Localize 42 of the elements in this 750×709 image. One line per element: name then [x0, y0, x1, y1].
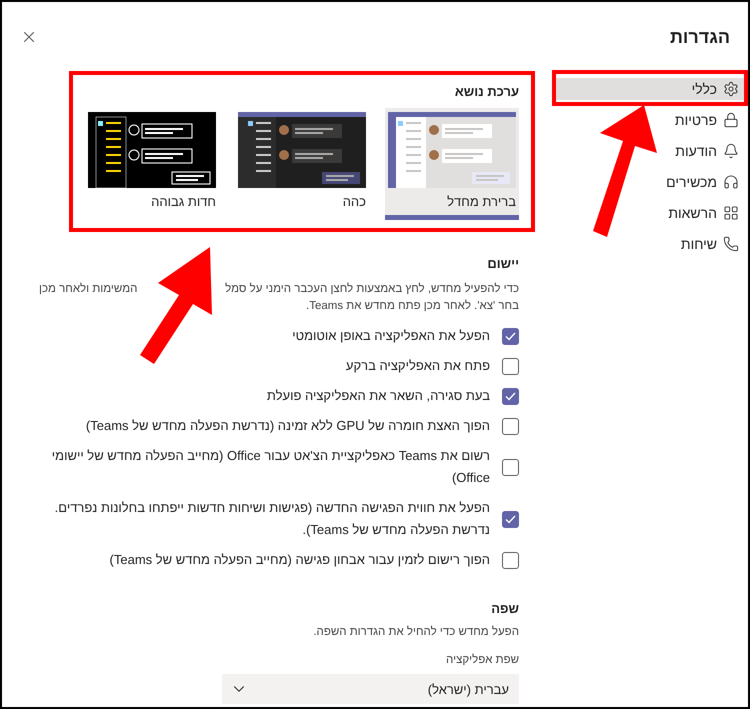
theme-option[interactable]: כהה	[235, 108, 369, 220]
check-icon	[505, 332, 516, 340]
sidebar-item[interactable]: כללי	[553, 78, 745, 100]
sidebar-item[interactable]: מכשירים	[553, 171, 745, 193]
section-heading: ערכת נושא	[454, 84, 519, 99]
description-text: הפעל מחדש כדי להחיל את הגדרות השפה.	[312, 626, 519, 638]
option-label: רשום את Teams כאפליקציית הצ'אט עבור Office (מחייב הפעלה מחדש של יישומי Office)	[50, 447, 490, 487]
field-label: שפת אפליקציה	[445, 654, 519, 666]
sidebar-item[interactable]: שיחות	[553, 233, 745, 255]
sidebar-item[interactable]: פרטיות	[553, 109, 745, 131]
checkbox[interactable]	[502, 510, 519, 528]
checkbox[interactable]	[502, 418, 519, 434]
option-label: הפעל את חווית הפגישה החדשה (פגישות ושיחות חדשות ייפתחו בחלונות נפרדים. נדרשת הפעלה מחדש של Teams).	[54, 499, 490, 539]
theme-option[interactable]: ברירת מחדל	[385, 108, 519, 220]
option-label: הפוך האצת חומרה של GPU ללא זמינה (נדרשת הפעלה מחדש של Teams)	[86, 417, 490, 435]
apps-icon	[723, 205, 739, 221]
theme-option[interactable]: חדות גבוהה	[85, 108, 219, 220]
option-label: פתח את האפליקציה ברקע	[346, 357, 490, 375]
section-heading: שפה	[490, 601, 519, 616]
option-label: בעת סגירה, השאר את האפליקציה פועלת	[266, 387, 490, 405]
sidebar-item[interactable]: הרשאות	[553, 202, 745, 224]
phone-icon	[723, 236, 739, 252]
description-text: כדי להפעיל מחדש, לחץ באמצעות לחצן העכבר הימני על סמל	[225, 282, 519, 297]
checkbox[interactable]	[502, 458, 519, 476]
gear-icon	[723, 81, 739, 97]
check-icon	[505, 392, 516, 400]
description-text: בחר 'צא'. לאחר מכן פתח מחדש את Teams.	[306, 298, 519, 314]
option-label: הפוך רישום לזמין עבור אבחון פגישה (מחייב הפעלה מחדש של Teams)	[110, 551, 490, 569]
section-heading: יישום	[486, 256, 519, 271]
option-label: הפעל את האפליקציה באופן אוטומטי	[292, 327, 490, 345]
checkbox[interactable]	[502, 388, 519, 404]
lock-icon	[723, 112, 739, 128]
check-icon	[505, 514, 516, 524]
language-dropdown[interactable]: עברית (ישראל)	[222, 674, 519, 704]
window-title: הגדרות	[670, 26, 730, 48]
description-text: המשימות ולאחר מכן	[39, 282, 138, 297]
bell-icon	[723, 143, 739, 159]
checkbox[interactable]	[502, 328, 519, 344]
checkbox[interactable]	[502, 358, 519, 374]
checkbox[interactable]	[502, 552, 519, 568]
headset-icon	[723, 174, 739, 190]
sidebar-item[interactable]: הודעות	[553, 140, 745, 162]
